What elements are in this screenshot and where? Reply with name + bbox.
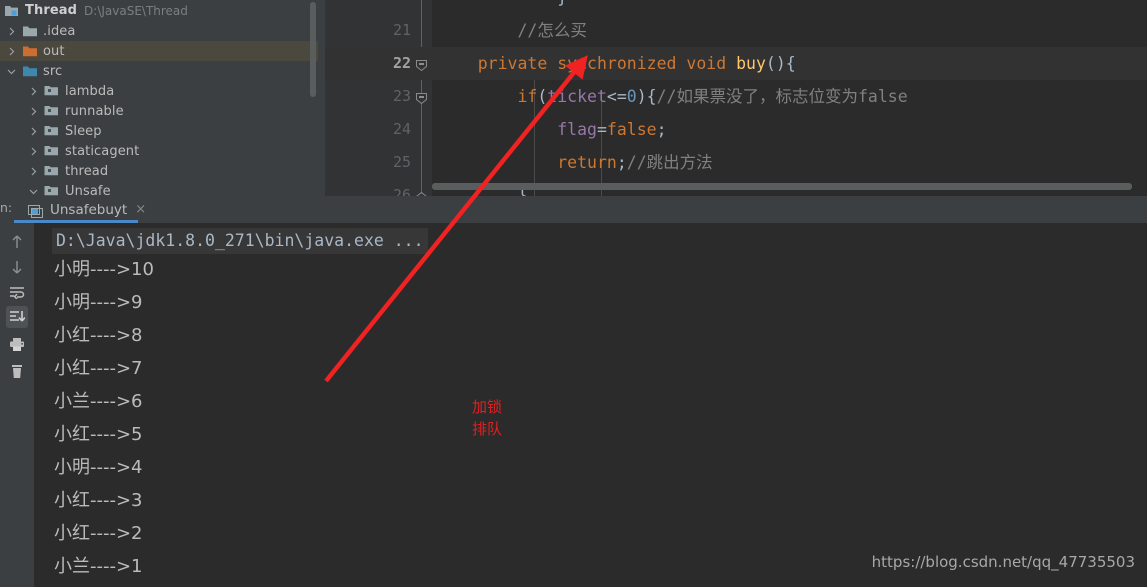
code-text: if(ticket<=0){//如果票没了，标志位变为false (517, 87, 908, 106)
code-line[interactable]: } (325, 0, 1147, 14)
tree-item-idea[interactable]: .idea (0, 21, 318, 41)
project-root-name: Thread (25, 3, 78, 18)
console-output-line: 小明---->9 (54, 292, 143, 313)
chevron-right-icon[interactable] (26, 87, 40, 96)
console-output-line: 小红---->7 (54, 358, 143, 379)
close-icon[interactable]: × (135, 203, 146, 216)
print-icon[interactable] (6, 333, 28, 355)
folder-orange-icon (22, 44, 38, 58)
folder-gray-icon (22, 24, 38, 38)
code-line[interactable]: 22 private synchronized void buy(){ (325, 47, 1147, 80)
console-tab-bar: n: Unsafebuyt × (0, 196, 1147, 223)
run-console-icon (28, 203, 43, 218)
tree-item-sleep[interactable]: Sleep (0, 121, 318, 141)
annotation-note-line1: 加锁 (472, 398, 503, 416)
line-number: 23 (392, 87, 411, 105)
watermark: https://blog.csdn.net/qq_47735503 (871, 553, 1135, 571)
chevron-right-icon[interactable] (26, 147, 40, 156)
tree-item-label: thread (65, 163, 109, 179)
tree-item-src[interactable]: src (0, 61, 318, 81)
trash-icon[interactable] (6, 361, 28, 383)
code-line[interactable]: 24 flag=false; (325, 113, 1147, 146)
code-line[interactable]: 23 if(ticket<=0){//如果票没了，标志位变为false (325, 80, 1147, 113)
code-text: } (438, 0, 567, 14)
top-area: Thread D:\JavaSE\Thread .idea out src lambd… (0, 0, 1147, 196)
code-text: flag=false; (557, 120, 667, 139)
code-text: return;//跳出方法 (557, 153, 713, 172)
console-output-line: 小明---->4 (54, 457, 143, 478)
console-output-line: 小兰---->1 (54, 556, 143, 577)
chevron-down-icon[interactable] (26, 187, 40, 196)
folder-blue-icon (22, 64, 38, 78)
tree-item-label: runnable (65, 103, 124, 119)
console-toolbar[interactable] (0, 223, 34, 587)
tree-item-label: out (43, 43, 65, 59)
package-icon (44, 104, 60, 118)
down-arrow-icon[interactable] (6, 256, 28, 278)
code-editor[interactable]: }21 //怎么买22 private synchronized void bu… (325, 0, 1147, 196)
console-command-line: D:\Java\jdk1.8.0_271\bin\java.exe ... (52, 228, 428, 254)
editor-horizontal-scrollbar[interactable] (432, 183, 1132, 190)
ide-window: Thread D:\JavaSE\Thread .idea out src lambd… (0, 0, 1147, 587)
fold-collapse-icon[interactable] (415, 57, 428, 72)
chevron-right-icon[interactable] (26, 167, 40, 176)
console-output-line: 小明---->10 (54, 259, 154, 280)
console-output-line: 小兰---->6 (54, 391, 143, 412)
project-root-path: D:\JavaSE\Thread (84, 3, 188, 18)
code-line[interactable]: 25 return;//跳出方法 (325, 146, 1147, 179)
project-scrollbar[interactable] (310, 2, 316, 97)
tree-item-label: src (43, 63, 63, 79)
tree-item-label: .idea (43, 23, 76, 39)
chevron-right-icon[interactable] (4, 27, 18, 36)
tree-item-label: staticagent (65, 143, 140, 159)
line-number: 25 (392, 153, 411, 171)
tab-label: Unsafebuyt (50, 201, 128, 218)
console-output-line: 小红---->8 (54, 325, 143, 346)
tree-item-label: lambda (65, 83, 115, 99)
line-number: 21 (392, 21, 411, 39)
code-text: private synchronized void buy(){ (477, 54, 796, 73)
soft-wrap-icon[interactable] (6, 281, 28, 303)
fold-collapse-icon[interactable] (415, 90, 428, 105)
tree-item-label: Sleep (65, 123, 102, 139)
tree-item-staticagent[interactable]: staticagent (0, 141, 318, 161)
tree-item-label: Unsafe (65, 183, 111, 197)
fold-expand-icon[interactable] (415, 189, 428, 196)
console-output-line: 小红---->2 (54, 523, 143, 544)
tree-item-unsafe[interactable]: Unsafe (0, 181, 318, 196)
project-tree-panel[interactable]: Thread D:\JavaSE\Thread .idea out src lambd… (0, 0, 318, 196)
package-icon (44, 124, 60, 138)
panel-divider[interactable] (318, 0, 325, 196)
console-output[interactable]: D:\Java\jdk1.8.0_271\bin\java.exe ... 小明… (34, 223, 1147, 587)
module-icon (4, 4, 20, 18)
line-number: 22 (392, 54, 411, 72)
console-area: D:\Java\jdk1.8.0_271\bin\java.exe ... 小明… (0, 223, 1147, 587)
package-icon (44, 184, 60, 196)
project-root-row[interactable]: Thread D:\JavaSE\Thread (0, 0, 318, 21)
console-output-line: 小红---->5 (54, 424, 143, 445)
tab-unsafebuyt[interactable]: Unsafebuyt × (20, 196, 152, 223)
annotation-note-line2: 排队 (472, 420, 503, 438)
line-number: 26 (392, 186, 411, 196)
chevron-right-icon[interactable] (4, 47, 18, 56)
tool-window-label: n: (0, 200, 13, 215)
package-icon (44, 84, 60, 98)
annotation-note: 加锁 排队 (472, 396, 502, 440)
scroll-to-end-icon[interactable] (6, 306, 28, 328)
up-arrow-icon[interactable] (6, 231, 28, 253)
tree-item-lambda[interactable]: lambda (0, 81, 318, 101)
tree-item-runnable[interactable]: runnable (0, 101, 318, 121)
tree-item-thread[interactable]: thread (0, 161, 318, 181)
line-number: 24 (392, 120, 411, 138)
package-icon (44, 164, 60, 178)
chevron-down-icon[interactable] (4, 67, 18, 76)
console-output-line: 小红---->3 (54, 490, 143, 511)
code-text: //怎么买 (438, 21, 587, 40)
chevron-right-icon[interactable] (26, 127, 40, 136)
tree-item-out[interactable]: out (0, 41, 318, 61)
chevron-right-icon[interactable] (26, 107, 40, 116)
package-icon (44, 144, 60, 158)
code-line[interactable]: 21 //怎么买 (325, 14, 1147, 47)
